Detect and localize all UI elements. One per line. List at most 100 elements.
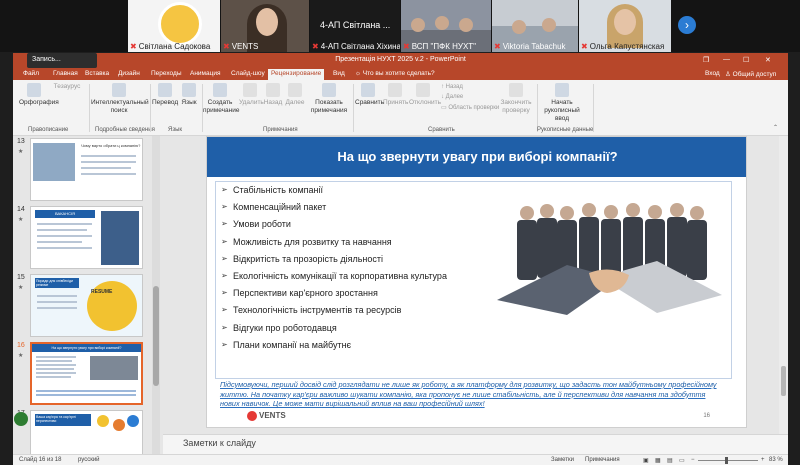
video-tile[interactable]: ✖ VENTS <box>221 0 309 52</box>
tab-animations[interactable]: Анимация <box>190 70 221 77</box>
minimize-button[interactable]: — <box>723 56 730 63</box>
translate-button[interactable]: Перевод <box>152 83 178 107</box>
tab-view[interactable]: Вид <box>333 70 345 77</box>
logo-mark-icon <box>247 411 257 421</box>
zoom-slider-thumb[interactable] <box>725 457 728 464</box>
mic-muted-icon: ✖ <box>130 42 137 51</box>
next-change-button[interactable]: ↓ Далее <box>441 94 463 100</box>
next-participants-button[interactable]: › <box>678 16 696 34</box>
person-icon: ♙ <box>725 71 733 78</box>
ribbon-display-options-button[interactable]: ❐ <box>703 56 709 64</box>
participant-label: ✖ Світлана Садокова <box>130 42 210 51</box>
tab-home[interactable]: Главная <box>53 70 78 77</box>
bullet-item: Екологічність комунікації та корпоративн… <box>221 271 511 288</box>
slide-thumbnail-14[interactable]: ВАКАНСІЯ <box>30 206 143 269</box>
bullet-item: Технологічність інструментів та ресурсів <box>221 305 511 322</box>
slide-title[interactable]: На що звернути увагу при виборі компанії… <box>207 137 746 177</box>
smart-lookup-button[interactable]: Интеллектуальный поиск <box>91 83 149 115</box>
previous-comment-icon <box>266 83 280 97</box>
comments-toggle-button[interactable]: Примечания <box>585 457 620 463</box>
video-tile[interactable]: ✖ Viktoria Tabachuk <box>492 0 578 52</box>
translate-icon <box>158 83 172 97</box>
thumb-title: ВАКАНСІЯ <box>35 210 95 218</box>
end-review-button[interactable]: Закончить проверку <box>498 83 534 115</box>
bullet-list[interactable]: Стабільність компанії Компенсаційний пак… <box>221 185 511 357</box>
share-button[interactable]: ♙ Общий доступ <box>725 70 776 78</box>
reviewing-pane-button[interactable]: ▭ Область проверки <box>441 104 499 111</box>
previous-comment-button[interactable]: Назад <box>263 83 283 107</box>
next-comment-button[interactable]: Далее <box>285 83 305 107</box>
title-bar: Запись... Презентація НУХТ 2025 v.2 - Po… <box>13 53 788 68</box>
vents-logo: VENTS <box>247 411 286 421</box>
signin-link[interactable]: Вход <box>705 70 720 77</box>
zoom-in-icon[interactable]: + <box>761 457 765 463</box>
mic-muted-icon: ✖ <box>581 42 588 51</box>
participant-label: ✖ Ольга Капустянская <box>581 42 664 51</box>
tab-review[interactable]: Рецензирование <box>268 69 325 80</box>
video-tile[interactable]: ✖ Ольга Капустянская <box>579 0 671 52</box>
participant-label: ✖ 4-АП Світлана Хіхина <box>312 42 400 51</box>
spelling-button[interactable]: Орфография <box>19 83 59 107</box>
thumb-title: На що звернути увагу при виборі компанії… <box>32 344 141 352</box>
business-handshake-image[interactable] <box>497 195 722 335</box>
slide-thumbnail-15[interactable]: Поради для співбесіди резюме RESUME <box>30 274 143 337</box>
delete-comment-icon <box>243 83 257 97</box>
video-tile[interactable]: ✖ Світлана Садокова <box>128 0 220 52</box>
thumb-title: Поради для співбесіди резюме <box>35 278 79 288</box>
current-slide[interactable]: На що звернути увагу при виборі компанії… <box>206 136 747 428</box>
group-insights-label: Подробные сведения <box>95 127 155 133</box>
accept-button[interactable]: Принять <box>383 83 408 107</box>
slide-thumbnail-13[interactable]: Чому варто обрати ц компанію? <box>30 138 143 201</box>
video-tile[interactable]: 4-АП Світлана ... ✖ 4-АП Світлана Хіхина <box>310 0 400 52</box>
participant-name: Ольга Капустянская <box>589 42 665 51</box>
previous-change-button[interactable]: ↑ Назад <box>441 84 463 90</box>
collapse-ribbon-icon[interactable]: ⌃ <box>773 124 778 131</box>
tab-transitions[interactable]: Переходы <box>151 70 182 77</box>
notes-pane[interactable]: Заметки к слайду <box>163 434 788 454</box>
slideshow-view-icon[interactable]: ▭ <box>679 457 685 464</box>
slide-page-number: 16 <box>703 413 710 419</box>
zoom-slider[interactable] <box>698 460 758 461</box>
thesaurus-button[interactable]: Тезаурус <box>53 83 81 91</box>
tell-me-box[interactable]: ☼ Что вы хотите сделать? <box>355 70 435 77</box>
delete-comment-button[interactable]: Удалить <box>239 83 264 107</box>
thumbnails-scrollbar[interactable] <box>152 136 160 454</box>
video-tile[interactable]: ✖ ВСП "ПФК НУХТ" <box>401 0 491 52</box>
mic-muted-icon: ✖ <box>312 42 319 51</box>
ribbon-tabs: Файл Главная Вставка Дизайн Переходы Ани… <box>13 68 788 80</box>
language-button[interactable]: Язык <box>179 83 199 107</box>
summary-paragraph[interactable]: Підсумовуючи, перший досвід слід розгляд… <box>220 380 725 409</box>
maximize-button[interactable]: ☐ <box>743 56 749 64</box>
language-indicator[interactable]: русский <box>78 457 100 463</box>
group-language-label: Язык <box>168 127 183 133</box>
tab-design[interactable]: Дизайн <box>118 70 140 77</box>
new-comment-button[interactable]: Создать примечание <box>203 83 239 115</box>
slide-sorter-icon[interactable]: ▦ <box>655 457 661 464</box>
zoom-level[interactable]: 83 % <box>769 457 783 463</box>
tell-me-label: Что вы хотите сделать? <box>362 70 435 77</box>
slide-thumbnail-17[interactable]: Ваша кар'єра та кар'єрні перспективи <box>30 410 143 454</box>
notes-toggle-button[interactable]: Заметки <box>551 457 574 463</box>
zoom-out-icon[interactable]: − <box>691 457 695 463</box>
tab-file[interactable]: Файл <box>23 70 39 77</box>
pen-annotation-icon[interactable] <box>14 412 28 426</box>
reading-view-icon[interactable]: ▤ <box>667 457 673 464</box>
powerpoint-window: Запись... Презентація НУХТ 2025 v.2 - Po… <box>13 53 788 465</box>
normal-view-icon[interactable]: ▣ <box>643 457 649 464</box>
star-icon: ★ <box>18 353 24 359</box>
start-inking-button[interactable]: Начать рукописный ввод <box>539 83 585 123</box>
reject-button[interactable]: Отклонить <box>409 83 441 107</box>
end-review-icon <box>509 83 523 97</box>
scrollbar-thumb[interactable] <box>153 286 159 386</box>
close-button[interactable]: ✕ <box>765 56 771 64</box>
tab-insert[interactable]: Вставка <box>85 70 109 77</box>
scrollbar-thumb[interactable] <box>781 366 786 396</box>
show-comments-button[interactable]: Показать примечания <box>308 83 350 115</box>
compare-button[interactable]: Сравнить <box>355 83 384 107</box>
tab-slideshow[interactable]: Слайд-шоу <box>231 70 265 77</box>
bullet-item: Відгуки про роботодавця <box>221 323 511 340</box>
search-icon <box>112 83 126 97</box>
slide-thumbnail-16[interactable]: На що звернути увагу при виборі компанії… <box>30 342 143 405</box>
participant-face <box>411 18 425 32</box>
slide-scrollbar[interactable] <box>779 136 788 434</box>
